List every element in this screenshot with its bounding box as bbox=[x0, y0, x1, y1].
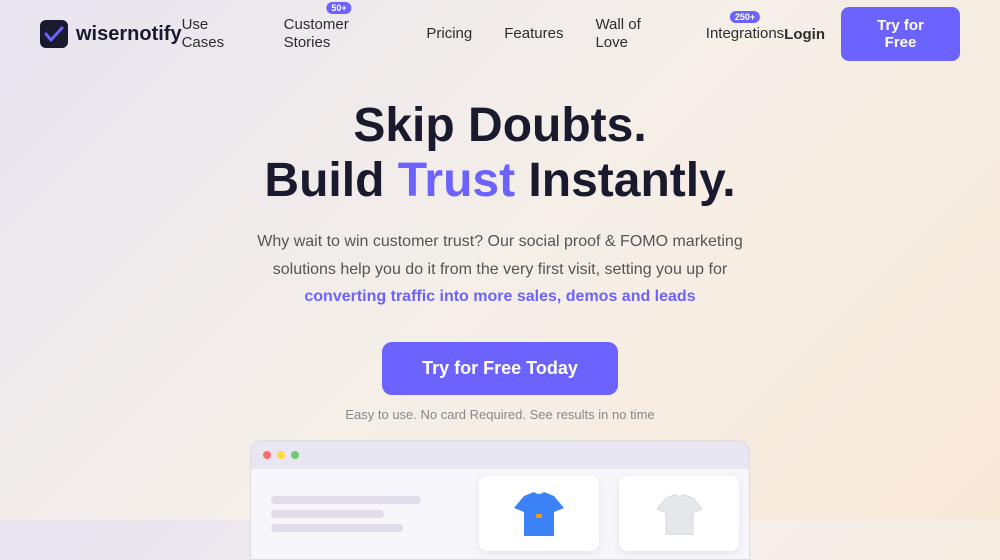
nav-item-use-cases[interactable]: Use Cases bbox=[182, 16, 252, 52]
try-free-button[interactable]: Try for Free bbox=[841, 7, 960, 61]
nav-badge-integrations: 250+ bbox=[730, 11, 760, 23]
logo[interactable]: wisernotify bbox=[40, 20, 182, 48]
hero-section: Skip Doubts. Build Trust Instantly. Why … bbox=[0, 68, 1000, 560]
nav-item-pricing[interactable]: Pricing bbox=[426, 25, 472, 43]
cta-button[interactable]: Try for Free Today bbox=[382, 342, 618, 395]
logo-text: wisernotify bbox=[76, 23, 182, 46]
hero-title: Skip Doubts. Build Trust Instantly. bbox=[264, 98, 735, 208]
nav-actions: Login Try for Free bbox=[784, 7, 960, 61]
skeleton-bar-1 bbox=[271, 496, 421, 504]
nav-item-features[interactable]: Features bbox=[504, 25, 563, 43]
nav-item-integrations[interactable]: 250+ Integrations bbox=[706, 25, 784, 43]
nav-badge-customer-stories: 50+ bbox=[326, 2, 351, 14]
hero-note: Easy to use. No card Required. See resul… bbox=[345, 407, 654, 422]
browser-dot-green bbox=[291, 451, 299, 459]
browser-content bbox=[251, 469, 749, 559]
nav-item-customer-stories[interactable]: 50+ Customer Stories bbox=[284, 16, 395, 52]
browser-dot-red bbox=[263, 451, 271, 459]
hero-title-line2-post: Instantly. bbox=[515, 154, 735, 207]
hero-subtitle-link[interactable]: converting traffic into more sales, demo… bbox=[304, 288, 695, 305]
browser-mockup bbox=[250, 440, 750, 560]
hero-title-line2-pre: Build bbox=[264, 154, 397, 207]
hero-title-trust: Trust bbox=[398, 154, 515, 207]
login-button[interactable]: Login bbox=[784, 26, 825, 43]
nav-links: Use Cases 50+ Customer Stories Pricing F… bbox=[182, 16, 785, 52]
hero-title-line1: Skip Doubts. bbox=[353, 99, 646, 152]
browser-bar bbox=[251, 441, 749, 469]
product-card-white bbox=[619, 476, 739, 551]
nav-item-wall-of-love[interactable]: Wall of Love bbox=[595, 16, 673, 52]
product-card-blue bbox=[479, 476, 599, 551]
navbar: wisernotify Use Cases 50+ Customer Stori… bbox=[0, 0, 1000, 68]
skeleton-bar-3 bbox=[271, 524, 403, 532]
skeleton-bar-2 bbox=[271, 510, 384, 518]
skeleton-bars bbox=[261, 496, 459, 532]
browser-dot-yellow bbox=[277, 451, 285, 459]
hero-subtitle: Why wait to win customer trust? Our soci… bbox=[257, 228, 742, 310]
